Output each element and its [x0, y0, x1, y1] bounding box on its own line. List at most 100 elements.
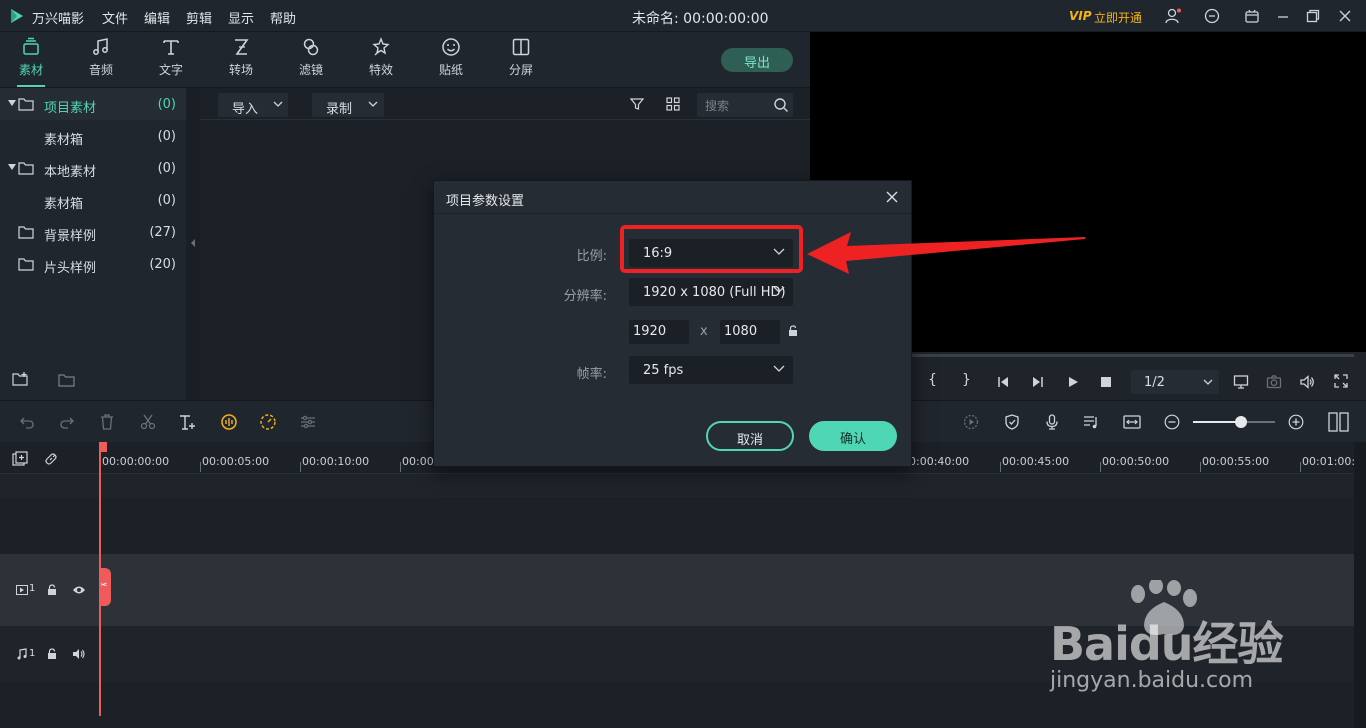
tree-item-count: (27)	[149, 225, 176, 240]
tab-effects[interactable]: 特效	[351, 37, 411, 85]
add-track-icon[interactable]	[12, 451, 28, 467]
message-icon[interactable]	[1204, 8, 1220, 24]
menu-help[interactable]: 帮助	[270, 8, 296, 27]
stop-icon[interactable]	[1100, 376, 1112, 388]
search-icon[interactable]	[773, 97, 789, 113]
ruler-tick	[200, 462, 201, 472]
tab-media[interactable]: 素材	[1, 37, 61, 87]
record-dropdown[interactable]: 录制	[312, 93, 384, 117]
tree-item-local-bin[interactable]: 素材箱 (0)	[0, 184, 186, 216]
minimize-icon[interactable]	[1276, 10, 1290, 24]
store-icon[interactable]	[1244, 8, 1260, 24]
menu-edit[interactable]: 编辑	[144, 8, 170, 27]
fit-timeline-icon[interactable]	[1123, 414, 1141, 430]
folder-outline-icon[interactable]	[58, 372, 76, 388]
close-icon[interactable]	[1338, 9, 1352, 23]
grid-view-icon[interactable]	[666, 97, 680, 111]
mark-out-icon[interactable]: }	[962, 372, 971, 388]
next-frame-icon[interactable]	[1032, 376, 1044, 388]
tree-item-label: 本地素材	[44, 165, 97, 180]
width-input[interactable]: 1920	[629, 320, 689, 344]
confirm-button[interactable]: 确认	[809, 421, 897, 451]
new-folder-icon[interactable]	[12, 371, 30, 387]
zoom-slider-track[interactable]	[1193, 416, 1275, 428]
add-text-icon[interactable]	[179, 414, 197, 430]
playback-progress-track[interactable]	[912, 354, 1354, 357]
tree-item-local-media[interactable]: 本地素材 (0)	[0, 152, 186, 184]
zoom-slider-handle[interactable]	[1235, 416, 1247, 428]
volume-icon[interactable]	[1299, 374, 1315, 390]
speaker-icon[interactable]	[72, 648, 86, 660]
expand-arrow-icon[interactable]	[8, 163, 16, 171]
panel-splitter[interactable]	[186, 88, 200, 400]
eye-icon[interactable]	[72, 585, 86, 595]
height-input[interactable]: 1080	[720, 320, 780, 344]
vip-open-link[interactable]: 立即开通	[1094, 9, 1142, 26]
chevron-down-icon	[773, 286, 785, 294]
marker-shield-icon[interactable]	[1004, 414, 1020, 430]
tree-item-intro-samples[interactable]: 片头样例 (20)	[0, 248, 186, 280]
tree-item-label: 素材箱	[44, 197, 84, 212]
filter-icon	[303, 38, 319, 56]
vip-badge[interactable]: VIP	[1069, 9, 1092, 23]
tab-filter[interactable]: 滤镜	[281, 37, 341, 85]
menu-file[interactable]: 文件	[102, 8, 128, 27]
tree-item-project-bin[interactable]: 素材箱 (0)	[0, 120, 186, 152]
speed-icon[interactable]	[259, 413, 277, 431]
mark-in-icon[interactable]: {	[928, 372, 937, 388]
resolution-dropdown[interactable]: 1920 x 1080 (Full HD)	[629, 278, 793, 306]
tab-split-screen[interactable]: 分屏	[491, 37, 551, 85]
menu-clip[interactable]: 剪辑	[186, 8, 212, 27]
fps-dropdown[interactable]: 25 fps	[629, 356, 793, 384]
restore-icon[interactable]	[1306, 9, 1320, 23]
export-button[interactable]: 导出	[721, 48, 793, 72]
audio-meter-icon[interactable]	[1328, 412, 1350, 432]
import-dropdown[interactable]: 导入	[218, 93, 288, 117]
audio-mixer-icon[interactable]	[1083, 414, 1099, 430]
undo-icon[interactable]	[20, 415, 34, 429]
tab-media-label: 素材	[18, 63, 43, 77]
tree-item-count: (0)	[157, 161, 176, 176]
audio-sync-icon[interactable]	[220, 413, 238, 431]
snapshot-camera-icon[interactable]	[1266, 374, 1282, 390]
tree-item-project-media[interactable]: 项目素材 (0)	[0, 88, 186, 120]
microphone-icon[interactable]	[1044, 414, 1060, 430]
playhead-handle[interactable]	[99, 442, 107, 452]
tab-transition[interactable]: 转场	[211, 37, 271, 85]
lock-icon[interactable]	[47, 648, 57, 660]
preview-quality-dropdown[interactable]: 1/2	[1131, 370, 1219, 394]
zoom-out-icon[interactable]	[1164, 414, 1180, 430]
collapse-arrow-icon[interactable]	[190, 238, 196, 248]
playhead[interactable]	[99, 444, 101, 716]
chevron-down-icon	[273, 101, 283, 108]
tab-sticker[interactable]: 贴纸	[421, 37, 481, 85]
tree-item-count: (0)	[157, 129, 176, 144]
render-preview-icon[interactable]	[963, 414, 979, 430]
tab-text[interactable]: 文字	[141, 37, 201, 85]
tab-audio[interactable]: 音频	[71, 37, 131, 85]
redo-icon[interactable]	[60, 415, 74, 429]
dialog-close-icon[interactable]	[886, 191, 898, 203]
link-icon[interactable]	[44, 452, 58, 466]
tree-item-count: (0)	[157, 97, 176, 112]
divider	[200, 119, 810, 120]
cancel-button[interactable]: 取消	[706, 421, 794, 451]
filter-funnel-icon[interactable]	[630, 97, 644, 111]
expand-arrow-icon[interactable]	[8, 99, 16, 107]
tree-item-background-samples[interactable]: 背景样例 (27)	[0, 216, 186, 248]
scissors-icon[interactable]	[140, 414, 156, 430]
user-icon[interactable]	[1164, 8, 1182, 24]
zoom-in-icon[interactable]	[1288, 414, 1304, 430]
delete-icon[interactable]	[100, 414, 114, 430]
monitor-icon[interactable]	[1233, 374, 1249, 390]
search-box[interactable]: 搜索	[697, 93, 793, 117]
adjust-sliders-icon[interactable]	[300, 414, 316, 430]
lock-icon[interactable]	[47, 584, 57, 596]
fullscreen-icon[interactable]	[1334, 374, 1348, 388]
play-icon[interactable]	[1067, 376, 1079, 388]
prev-frame-icon[interactable]	[997, 376, 1009, 388]
menu-view[interactable]: 显示	[228, 8, 254, 27]
aspect-lock-icon[interactable]	[788, 325, 798, 337]
timeline-scrollbar[interactable]	[1354, 442, 1366, 728]
effects-icon	[372, 37, 390, 56]
